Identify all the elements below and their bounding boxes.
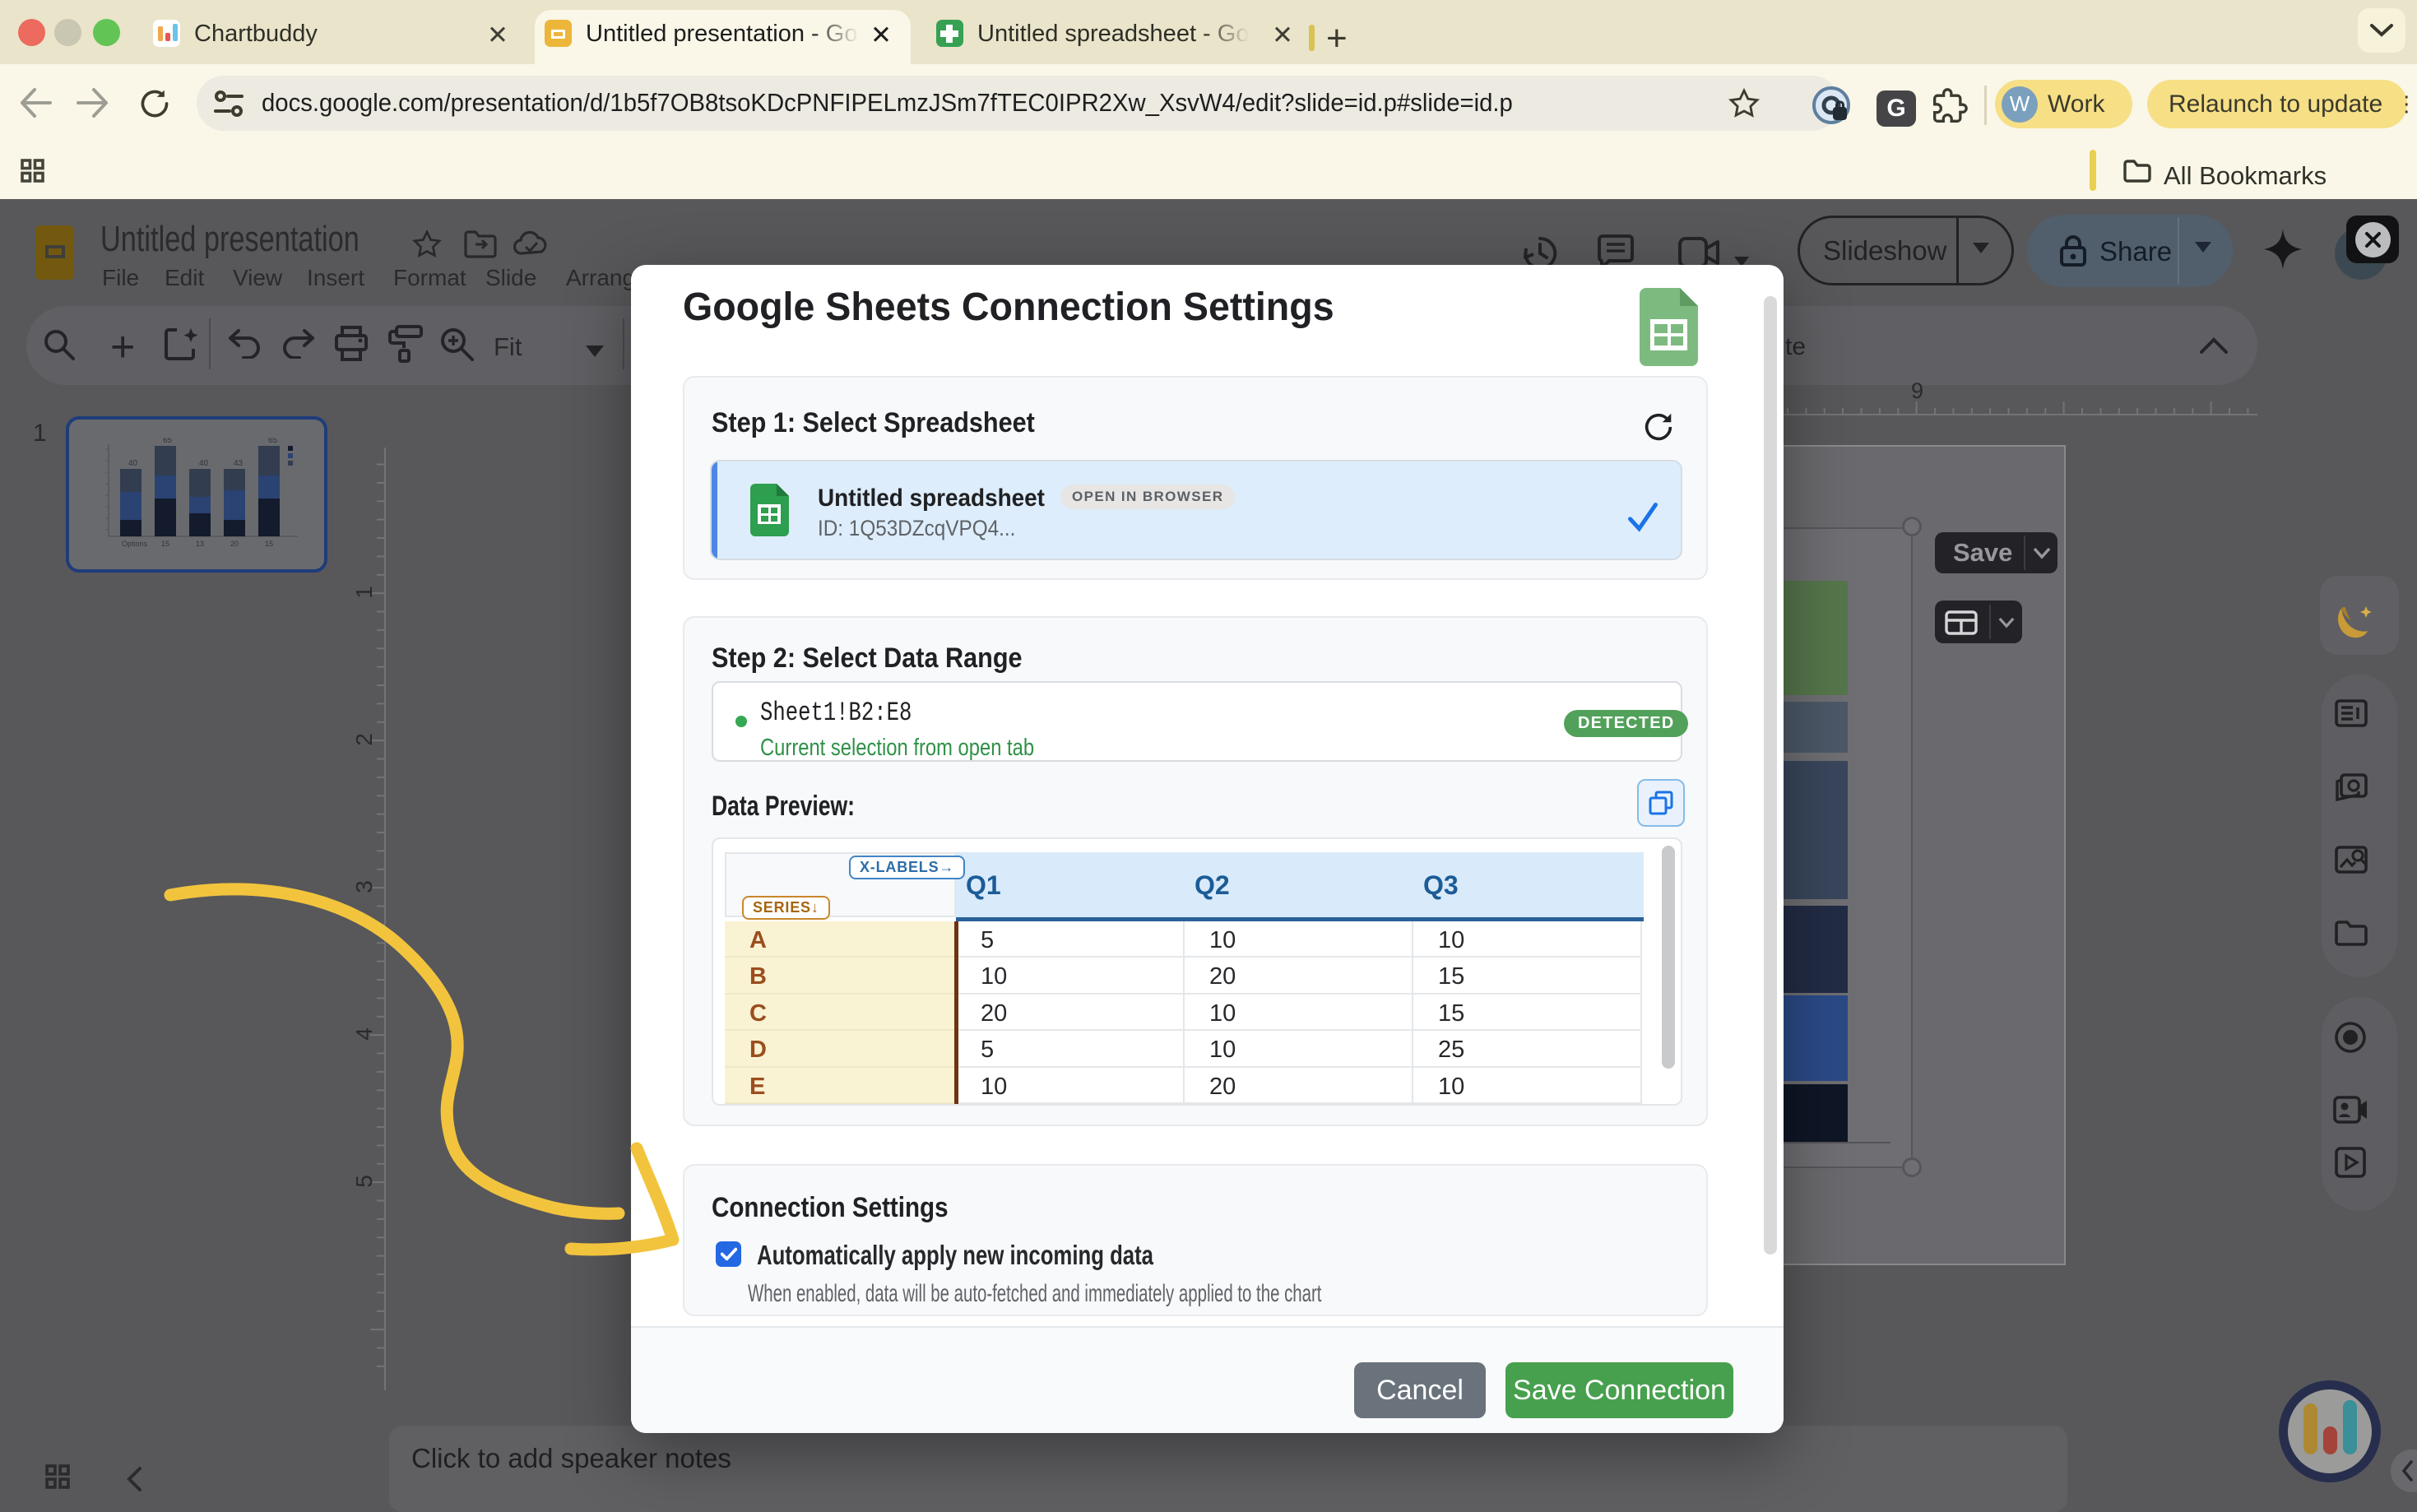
svg-text:43: 43 — [234, 459, 244, 468]
svg-text:5: 5 — [351, 1175, 377, 1188]
svg-text:Options: Options — [122, 540, 148, 548]
svg-text:40: 40 — [199, 459, 209, 468]
svg-text:15: 15 — [265, 540, 273, 548]
svg-text:13: 13 — [196, 540, 204, 548]
svg-text:20: 20 — [230, 540, 239, 548]
svg-text:4: 4 — [351, 1027, 377, 1041]
svg-text:1: 1 — [351, 586, 377, 599]
svg-text:65: 65 — [268, 438, 278, 445]
svg-text:65: 65 — [163, 438, 173, 445]
svg-text:15: 15 — [161, 540, 169, 548]
svg-text:9: 9 — [1911, 380, 1923, 403]
svg-text:40: 40 — [128, 459, 138, 468]
svg-text:3: 3 — [351, 880, 377, 893]
svg-text:2: 2 — [351, 733, 377, 746]
